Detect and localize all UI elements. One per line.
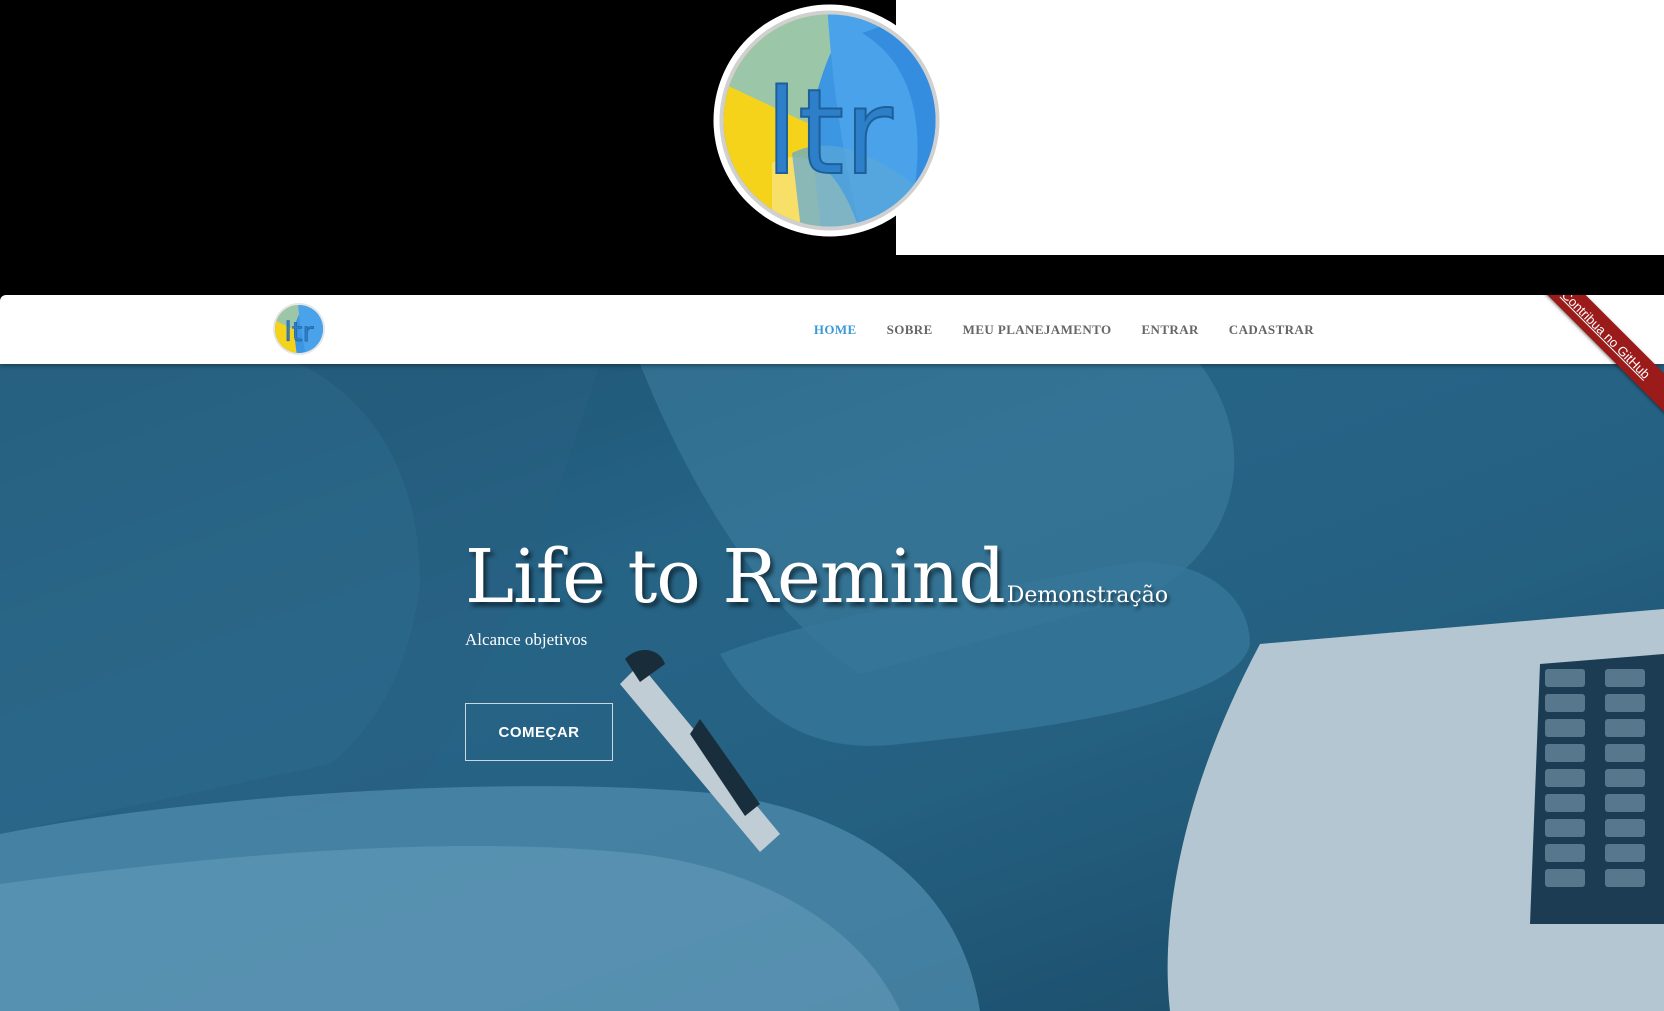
hero-demo-badge: Demonstração	[1006, 583, 1169, 608]
github-ribbon[interactable]: Contribua no GitHub	[1534, 295, 1664, 422]
hero-subtitle: Alcance objetivos	[465, 630, 588, 649]
nav-link-sobre[interactable]: SOBRE	[887, 322, 933, 337]
svg-text:ltr: ltr	[765, 63, 893, 201]
white-block	[896, 0, 1664, 255]
top-navbar: ltr HOME SOBRE MEU PLANEJAMENTO ENTRAR C…	[0, 295, 1664, 422]
nav-item-entrar: ENTRAR	[1141, 321, 1198, 339]
nav-link-home[interactable]: HOME	[814, 322, 857, 337]
nav-item-meu-planejamento: MEU PLANEJAMENTO	[963, 321, 1112, 339]
hero-title: Life to Remind	[465, 534, 1006, 620]
nav-item-sobre: SOBRE	[887, 321, 933, 339]
nav-item-cadastrar: CADASTRAR	[1229, 321, 1314, 339]
nav-link-meu-planejamento[interactable]: MEU PLANEJAMENTO	[963, 322, 1112, 337]
logo-banner: ltr	[0, 0, 1664, 295]
svg-text:ltr: ltr	[284, 317, 314, 348]
github-ribbon-wrap: Contribua no GitHub	[1534, 295, 1664, 425]
nav-link-cadastrar[interactable]: CADASTRAR	[1229, 322, 1314, 337]
nav-link-entrar[interactable]: ENTRAR	[1141, 322, 1198, 337]
ltr-logo-large: ltr	[713, 4, 946, 237]
hero-section: Life to RemindDemonstração Alcance objet…	[0, 364, 1664, 1011]
start-button[interactable]: COMEÇAR	[465, 703, 613, 761]
hero-background-image	[0, 364, 1664, 1011]
hero-content: Life to RemindDemonstração Alcance objet…	[465, 534, 1168, 650]
nav-menu: HOME SOBRE MEU PLANEJAMENTO ENTRAR CADAS…	[814, 295, 1314, 364]
nav-item-home: HOME	[814, 321, 857, 339]
ltr-logo-small[interactable]: ltr	[272, 302, 326, 356]
